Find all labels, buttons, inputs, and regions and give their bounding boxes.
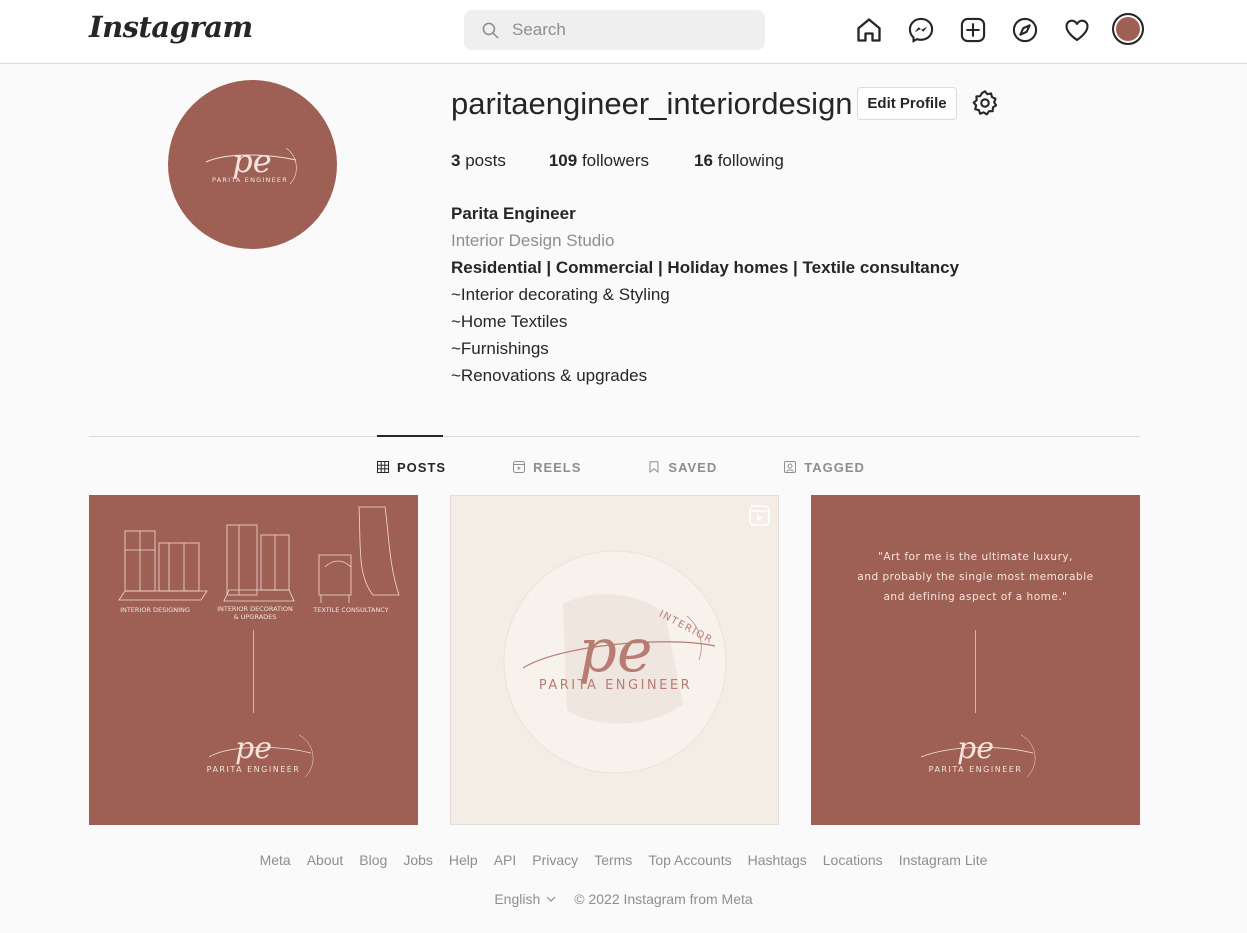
tab-tagged-label: TAGGED — [804, 459, 865, 475]
following-stat[interactable]: 16 following — [694, 151, 784, 171]
bio-line: ~Home Textiles — [451, 312, 568, 331]
tab-reels[interactable]: REELS — [513, 457, 581, 477]
footer-link-hashtags[interactable]: Hashtags — [748, 852, 807, 868]
post-image-services — [118, 506, 400, 778]
quote-line: "Art for me is the ultimate luxury, — [878, 551, 1073, 563]
bio-line: ~Furnishings — [451, 339, 549, 358]
footer-link-blog[interactable]: Blog — [359, 852, 387, 868]
tab-saved-label: SAVED — [668, 459, 718, 475]
profile-stats: 3 posts 109 followers 16 following — [451, 151, 824, 171]
footer-link-jobs[interactable]: Jobs — [403, 852, 433, 868]
tab-tagged[interactable]: TAGGED — [784, 457, 865, 477]
profile-picture[interactable]: pe PARITA ENGINEER — [168, 80, 337, 249]
tab-saved[interactable]: SAVED — [648, 457, 717, 477]
footer-bottom: English © 2022 Instagram from Meta — [0, 891, 1247, 907]
footer-link-about[interactable]: About — [307, 852, 344, 868]
post1-logo-monogram: pe — [235, 731, 272, 766]
active-tab-indicator — [377, 435, 443, 437]
followers-stat[interactable]: 109 followers — [549, 151, 649, 171]
following-count: 16 — [694, 151, 713, 170]
home-icon[interactable] — [854, 15, 884, 45]
profile-tabs: POSTS REELS SAVED TAGGED — [377, 457, 932, 477]
post1-caption-decoration-line1: INTERIOR DECORATION — [217, 605, 293, 613]
footer-link-terms[interactable]: Terms — [594, 852, 632, 868]
search-box[interactable] — [464, 10, 765, 50]
post-thumbnail[interactable]: "Art for me is the ultimate luxury, and … — [811, 495, 1140, 825]
post1-caption-textile: TEXTILE CONSULTANCY — [313, 606, 389, 614]
grid-icon — [377, 461, 389, 473]
search-icon — [482, 22, 499, 38]
bio-line: ~Renovations & upgrades — [451, 366, 648, 385]
new-post-icon[interactable] — [958, 15, 988, 45]
logo-monogram: pe — [232, 142, 271, 180]
posts-stat: 3 posts — [451, 151, 506, 171]
post3-logo-brand: PARITA ENGINEER — [928, 765, 1023, 774]
post2-logo-monogram: pe — [578, 616, 653, 686]
footer-link-instagram-lite[interactable]: Instagram Lite — [899, 852, 988, 868]
posts-count: 3 — [451, 151, 461, 170]
instagram-logo[interactable]: Instagram — [89, 10, 253, 44]
followers-count: 109 — [548, 151, 578, 170]
following-label: following — [717, 151, 784, 170]
tab-posts[interactable]: POSTS — [377, 457, 446, 477]
post-thumbnail[interactable]: INTERIOR DESIGNING INTERIOR DECORATION &… — [89, 495, 418, 825]
footer-link-help[interactable]: Help — [449, 852, 478, 868]
language-selector[interactable]: English — [494, 891, 556, 907]
footer-link-locations[interactable]: Locations — [823, 852, 883, 868]
post1-caption-designing: INTERIOR DESIGNING — [120, 606, 190, 614]
messenger-icon[interactable] — [906, 15, 936, 45]
footer-link-top-accounts[interactable]: Top Accounts — [648, 852, 731, 868]
logo-brand-text: PARITA ENGINEER — [212, 176, 288, 184]
post-thumbnail[interactable]: INTERIOR pe PARITA ENGINEER — [450, 495, 779, 825]
tab-reels-label: REELS — [533, 459, 582, 475]
language-label: English — [494, 891, 541, 907]
copyright-text: © 2022 Instagram from Meta — [574, 891, 753, 907]
footer-links: Meta About Blog Jobs Help API Privacy Te… — [0, 852, 1247, 868]
footer-link-privacy[interactable]: Privacy — [532, 852, 578, 868]
profile-username: paritaengineer_interiordesign — [451, 86, 853, 121]
quote-line: and defining aspect of a home." — [883, 591, 1068, 603]
bio-full-name: Parita Engineer — [451, 204, 576, 223]
footer-link-api[interactable]: API — [494, 852, 517, 868]
post1-caption-decoration-line2: & UPGRADES — [233, 613, 277, 621]
activity-heart-icon[interactable] — [1062, 15, 1092, 45]
profile-avatar[interactable] — [1112, 13, 1144, 45]
quote-line: and probably the single most memorable — [857, 571, 1094, 583]
post3-quote: "Art for me is the ultimate luxury, and … — [811, 547, 1140, 607]
followers-label: followers — [581, 151, 650, 170]
search-input[interactable] — [512, 20, 752, 40]
nav-icon-group — [854, 13, 1144, 45]
edit-profile-button[interactable]: Edit Profile — [857, 87, 957, 120]
tabs-divider — [89, 436, 1140, 437]
tagged-user-icon — [784, 461, 797, 473]
post3-logo-monogram: pe — [957, 731, 994, 766]
bio-category: Interior Design Studio — [451, 231, 615, 250]
bookmark-icon — [649, 461, 659, 473]
brand-logo: pe PARITA ENGINEER — [205, 142, 297, 185]
post1-caption-decoration: INTERIOR DECORATION & UPGRADES — [215, 605, 295, 621]
bio-line-services: Residential | Commercial | Holiday homes… — [451, 258, 960, 277]
profile-bio: Parita Engineer Interior Design Studio R… — [451, 200, 959, 389]
post2-logo-brand: PARITA ENGINEER — [538, 678, 693, 693]
explore-icon[interactable] — [1010, 15, 1040, 45]
posts-label: posts — [465, 151, 506, 170]
post1-logo-brand: PARITA ENGINEER — [206, 765, 301, 774]
post-image-quote — [920, 630, 1036, 778]
tab-posts-label: POSTS — [397, 459, 447, 475]
bio-line: ~Interior decorating & Styling — [451, 285, 670, 304]
settings-gear-icon[interactable] — [971, 89, 999, 117]
footer-link-meta[interactable]: Meta — [260, 852, 291, 868]
chevron-down-icon — [546, 896, 556, 902]
top-navigation-bar: Instagram — [0, 0, 1247, 64]
reels-icon — [513, 461, 526, 473]
